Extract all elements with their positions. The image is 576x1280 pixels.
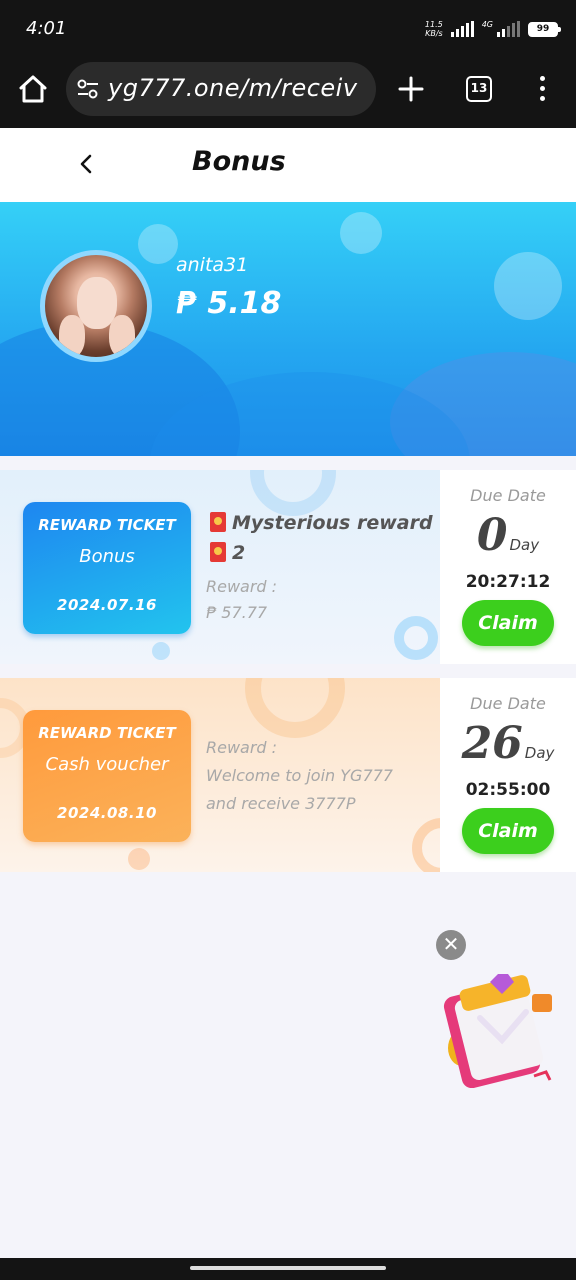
due-date-label: Due Date [470, 486, 546, 505]
decor-ring [250, 470, 336, 516]
decor-ring [245, 678, 345, 738]
network-speed-unit: KB/s [425, 29, 443, 38]
days-number: 26 [461, 718, 523, 769]
badge-name: Bonus [79, 546, 135, 567]
claim-button[interactable]: Claim [462, 600, 554, 646]
signal-secondary-icon [497, 21, 520, 37]
home-gesture-handle[interactable] [190, 1266, 386, 1270]
page-title: Bonus [192, 146, 286, 177]
ticket-body: REWARD TICKET Cash voucher 2024.08.10 Re… [0, 678, 472, 872]
profile-banner: anita31 ₱ 5.18 [0, 202, 576, 456]
claim-button[interactable]: Claim [462, 808, 554, 854]
page-header: Bonus [0, 128, 576, 202]
decor-bubble [138, 224, 178, 264]
reward-description: and receive 3777P [206, 794, 356, 813]
badge-date: 2024.08.10 [57, 804, 157, 822]
new-tab-icon[interactable] [396, 74, 426, 104]
back-arrow-icon[interactable] [72, 150, 100, 178]
reward-item-count: 2 [232, 542, 246, 564]
home-icon[interactable] [16, 72, 50, 106]
countdown-timer: 02:55:00 [465, 780, 551, 800]
red-envelope-icon [210, 542, 226, 562]
url-text[interactable]: yg777.one/m/receiv [108, 74, 358, 102]
decor-dot [152, 642, 170, 660]
badge-title: REWARD TICKET [38, 724, 176, 742]
reward-ticket-card: REWARD TICKET Bonus 2024.07.16 Mysteriou… [0, 470, 576, 664]
countdown-timer: 20:27:12 [465, 572, 551, 592]
close-icon[interactable]: ✕ [436, 930, 466, 960]
decor-ring [394, 616, 438, 660]
reward-item: 2 [210, 542, 245, 564]
decor-dot [128, 848, 150, 870]
due-date-panel: Due Date 26 Day 02:55:00 Claim [440, 678, 576, 872]
days-unit: Day [509, 536, 540, 554]
reward-value: ₱ 57.77 [206, 603, 268, 622]
address-bar[interactable]: yg777.one/m/receiv [66, 62, 376, 116]
balance-amount: ₱ 5.18 [176, 286, 282, 321]
reward-item: Mysterious reward [210, 512, 433, 534]
browser-toolbar: yg777.one/m/receiv 13 [0, 52, 576, 128]
red-envelope-icon [210, 512, 226, 532]
badge-name: Cash voucher [45, 754, 169, 775]
reward-label: Reward : [206, 738, 278, 757]
reward-ticket-badge: REWARD TICKET Cash voucher 2024.08.10 [23, 710, 191, 842]
due-date-panel: Due Date 0 Day 20:27:12 Claim [440, 470, 576, 664]
reward-ticket-badge: REWARD TICKET Bonus 2024.07.16 [23, 502, 191, 634]
network-speed-value: 11.5 [424, 20, 443, 29]
network-type-label: 4G [481, 20, 493, 29]
decor-bubble [340, 212, 382, 254]
reward-description: Welcome to join YG777 [206, 766, 393, 785]
more-menu-icon[interactable] [532, 74, 552, 104]
avatar[interactable] [40, 250, 152, 362]
ticket-body: REWARD TICKET Bonus 2024.07.16 Mysteriou… [0, 470, 440, 664]
status-time: 4:01 [26, 18, 67, 39]
reward-label: Reward : [206, 577, 278, 596]
days-remaining: 26 Day [440, 718, 576, 769]
badge-date: 2024.07.16 [57, 596, 157, 614]
network-speed: 11.5 KB/s [425, 20, 443, 38]
days-remaining: 0 Day [440, 510, 576, 561]
system-nav-bar [0, 1258, 576, 1280]
gift-book-icon[interactable] [440, 968, 558, 1088]
username: anita31 [176, 254, 249, 276]
days-number: 0 [476, 510, 508, 561]
days-unit: Day [524, 744, 555, 762]
battery-icon: 99 [528, 21, 561, 37]
decor-bubble [494, 252, 562, 320]
reward-item-label: Mysterious reward [232, 512, 433, 534]
status-icons: 11.5 KB/s 4G 99 [425, 20, 561, 38]
due-date-label: Due Date [470, 694, 546, 713]
site-settings-icon[interactable] [76, 78, 100, 100]
tab-switcher-button[interactable]: 13 [466, 76, 492, 102]
status-bar: 4:01 11.5 KB/s 4G 99 [0, 0, 576, 52]
badge-title: REWARD TICKET [38, 516, 176, 534]
signal-icon [450, 21, 474, 37]
reward-ticket-card: REWARD TICKET Cash voucher 2024.08.10 Re… [0, 678, 576, 872]
